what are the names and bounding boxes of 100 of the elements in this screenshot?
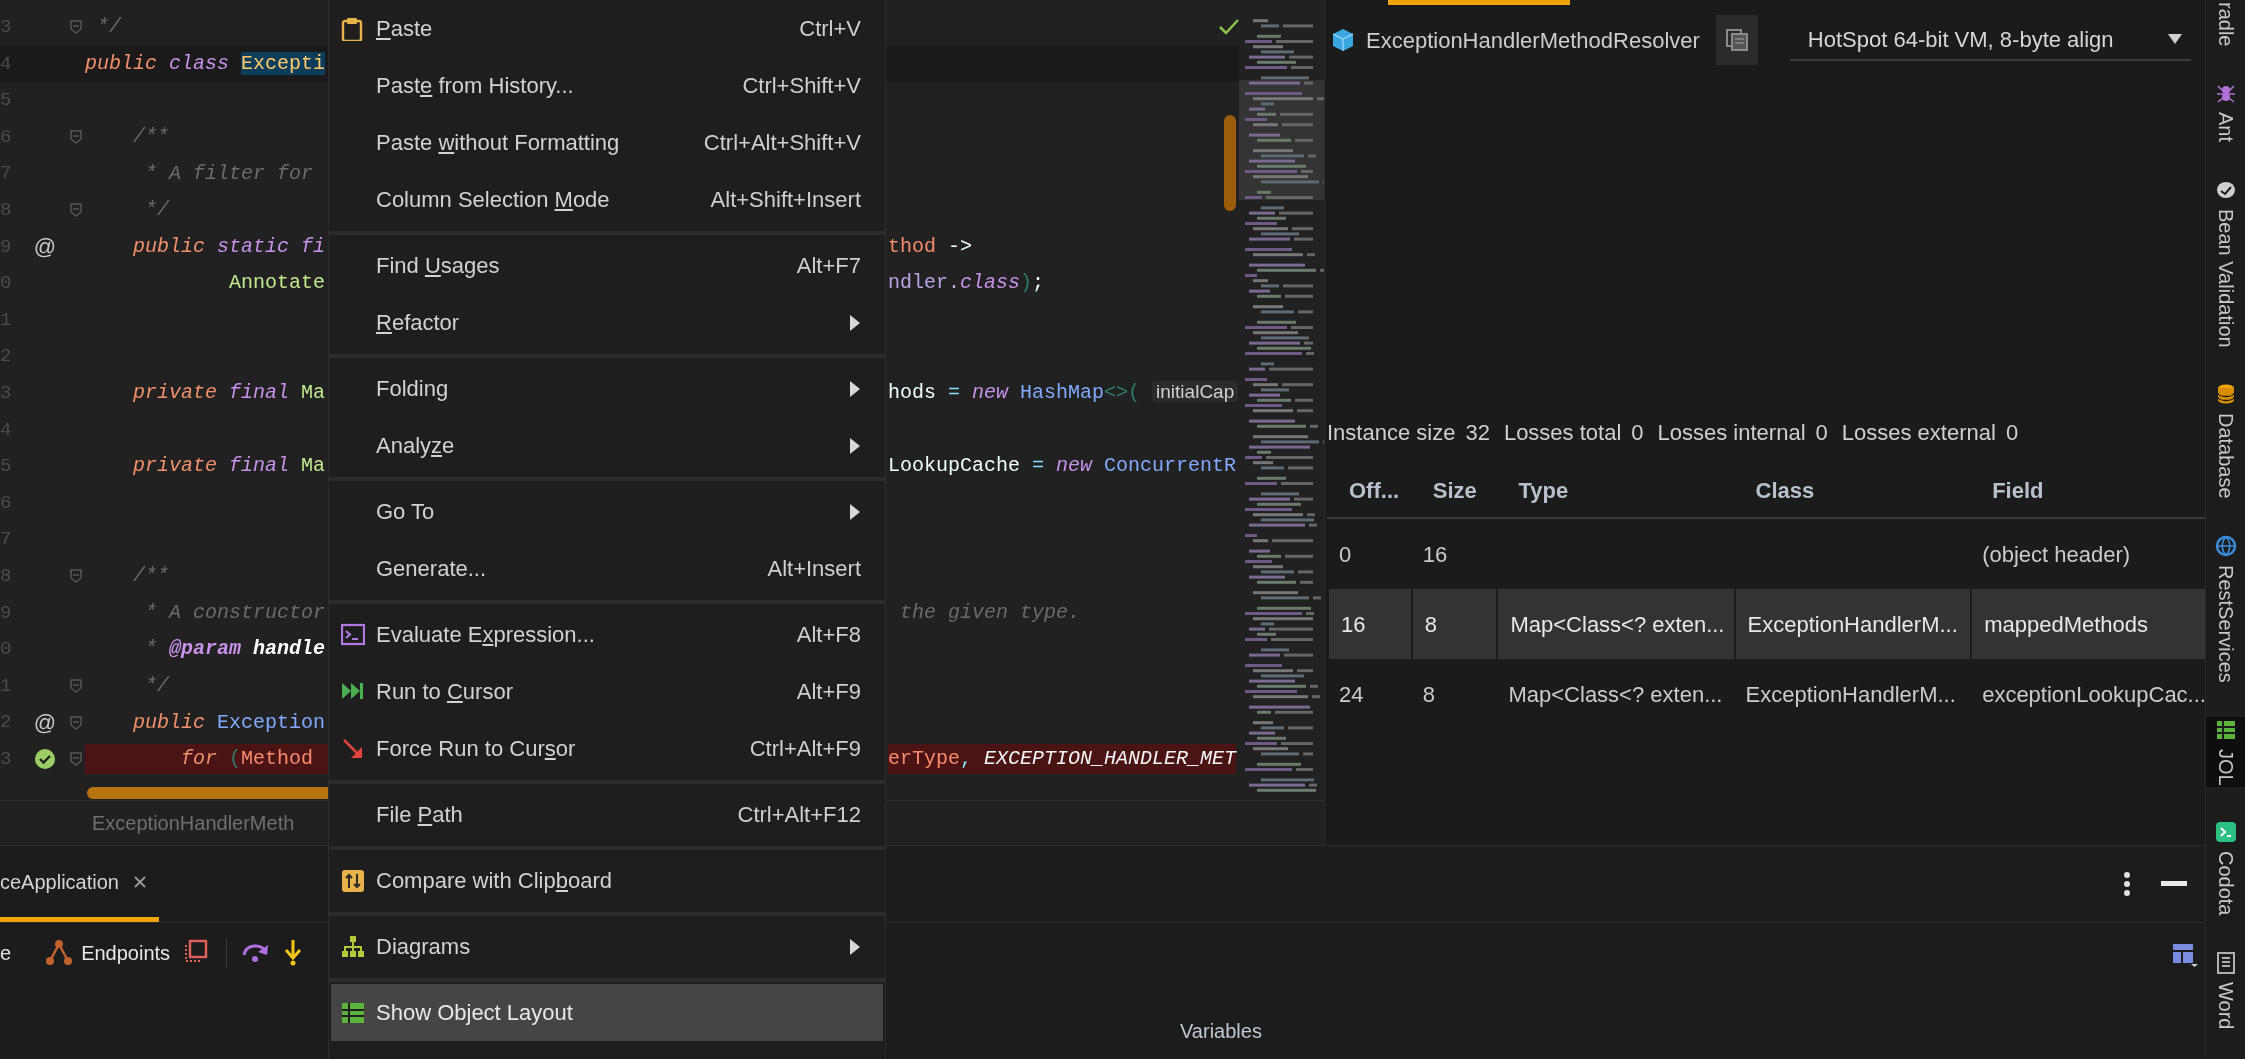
code-text: for (Method xyxy=(180,747,314,771)
sidebar-tab[interactable]: Bean Validation xyxy=(2206,176,2245,350)
summary-value: 0 xyxy=(2005,418,2019,447)
cube-icon xyxy=(1332,28,1354,52)
sidebar-tab[interactable]: RestServices xyxy=(2206,532,2245,685)
shortcut-text: Ctrl+Alt+F9 xyxy=(749,735,861,763)
toolbar-label[interactable]: e xyxy=(0,938,12,968)
code-text: private final Ma xyxy=(132,381,326,405)
shortcut-text: Alt+Insert xyxy=(767,555,861,583)
code-text: * A filter for xyxy=(144,161,314,185)
menu-item[interactable]: Run to Cursor Alt+F9 xyxy=(331,663,883,720)
table-cell: Map<Class<? exten... xyxy=(1496,589,1734,659)
menu-item[interactable]: Column Selection Mode Alt+Shift+Insert xyxy=(331,171,883,228)
code-text: ndler.class); xyxy=(888,271,1045,295)
code-text: /** xyxy=(132,125,169,149)
column-header[interactable]: Off... xyxy=(1327,464,1411,519)
table-cell-text: 8 xyxy=(1421,680,1436,709)
sidebar-tab[interactable]: Database xyxy=(2206,381,2245,501)
breakpoint-check-icon[interactable] xyxy=(34,748,56,771)
menu-item[interactable]: Paste from History... Ctrl+Shift+V xyxy=(331,57,883,114)
copy-button[interactable] xyxy=(1715,15,1758,65)
shortcut-text: Ctrl+Alt+Shift+V xyxy=(703,129,861,157)
minimize-button[interactable] xyxy=(2161,881,2187,887)
menu-item[interactable]: Compare with Clipboard xyxy=(331,852,883,909)
summary-value: 32 xyxy=(1465,418,1490,447)
shortcut-text: Ctrl+Shift+V xyxy=(742,72,861,100)
shortcut-text: Ctrl+Alt+F12 xyxy=(737,801,861,829)
column-header[interactable]: Class xyxy=(1733,464,1971,519)
code-text: * A constructor xyxy=(144,600,326,624)
menu-item[interactable]: Diagrams xyxy=(331,918,883,975)
code-text: public Exception xyxy=(132,710,326,734)
menu-item[interactable]: File Path Ctrl+Alt+F12 xyxy=(331,786,883,843)
table-cell: 16 xyxy=(1327,589,1411,659)
code-text: */ xyxy=(144,198,169,222)
code-text: public static fi xyxy=(132,234,326,258)
column-header[interactable]: Size xyxy=(1410,464,1497,519)
table-cell-text: Map<Class<? exten... xyxy=(1507,680,1724,709)
shortcut-text: Alt+F9 xyxy=(796,678,861,706)
more-icon xyxy=(2123,871,2131,897)
code-text: the given type. xyxy=(899,600,1081,624)
summary-value: 0 xyxy=(1815,418,1828,447)
sidebar-tab[interactable]: JOL xyxy=(2206,716,2245,788)
summary-label: Instance size xyxy=(1327,418,1456,447)
code-text: * @param handle xyxy=(144,637,326,661)
vm-mode-dropdown[interactable]: HotSpot 64-bit VM, 8-byte align xyxy=(1789,19,2191,61)
copy-icon xyxy=(1724,28,1749,52)
layout-icon[interactable] xyxy=(2172,943,2198,967)
menu-item[interactable]: Folding xyxy=(331,360,883,417)
table-cell-text: ExceptionHandlerM... xyxy=(1744,680,1957,709)
override-marker[interactable]: @ xyxy=(33,706,57,740)
menu-item[interactable]: Go To xyxy=(331,483,883,540)
table-cell: 8 xyxy=(1410,589,1497,659)
menu-item[interactable]: Show Object Layout xyxy=(331,984,883,1041)
sidebar-tab[interactable]: radle xyxy=(2206,0,2245,49)
menu-item[interactable]: Refactor xyxy=(331,294,883,351)
code-text: erType, EXCEPTION_HANDLER_MET xyxy=(888,747,1237,771)
step-into-button[interactable] xyxy=(283,939,304,967)
sidebar-tab[interactable]: Ant xyxy=(2206,80,2245,145)
menu-item[interactable]: Find Usages Alt+F7 xyxy=(331,237,883,294)
step-into-icon xyxy=(283,939,304,967)
close-icon[interactable] xyxy=(132,874,147,889)
table-cell: ExceptionHandlerM... xyxy=(1733,589,1971,659)
code-text: thod -> xyxy=(888,234,973,258)
shortcut-text: Ctrl+V xyxy=(799,15,861,43)
summary-label: Losses total xyxy=(1503,418,1622,447)
shortcut-text: Alt+F8 xyxy=(796,621,861,649)
menu-item[interactable]: Paste without Formatting Ctrl+Alt+Shift+V xyxy=(331,114,883,171)
override-marker[interactable]: @ xyxy=(33,230,57,264)
code-text: */ xyxy=(144,674,169,697)
menu-item[interactable]: Analyze xyxy=(331,417,883,474)
scroll-marker[interactable] xyxy=(1224,115,1236,211)
sidebar-tab[interactable]: Codota xyxy=(2206,819,2245,918)
code-text: hods = new HashMap<>( initialCap xyxy=(888,381,1239,405)
endpoints-icon xyxy=(45,939,74,967)
menu-item[interactable]: Force Run to Cursor Ctrl+Alt+F9 xyxy=(331,720,883,777)
code-text: */ xyxy=(96,15,121,39)
code-text: /** xyxy=(132,564,169,588)
code-text: Annotate xyxy=(228,271,326,295)
run-tab[interactable]: ceApplication xyxy=(0,846,159,922)
more-button[interactable] xyxy=(2123,871,2131,897)
caret-icon xyxy=(2167,33,2183,45)
menu-item[interactable]: Paste Ctrl+V xyxy=(331,0,883,57)
shortcut-text: Alt+Shift+Insert xyxy=(710,186,861,214)
code-text: private final Ma xyxy=(132,454,326,478)
menu-item[interactable]: Generate... Alt+Insert xyxy=(331,540,883,597)
sidebar-tab[interactable]: Word xyxy=(2206,949,2245,1032)
shortcut-text: Alt+F7 xyxy=(796,252,861,280)
code-text: LookupCache = new ConcurrentR xyxy=(888,454,1237,478)
summary-value: 0 xyxy=(1631,418,1644,447)
table-cell-text: 24 xyxy=(1338,680,1365,709)
class-name: ExceptionHandlerMethodResolver xyxy=(1366,26,1700,55)
summary-label: Losses internal xyxy=(1657,418,1806,447)
table-cell-text: (object header) xyxy=(1981,540,2132,569)
table-cell-text: 16 xyxy=(1421,540,1449,569)
table-cell: mappedMethods xyxy=(1970,589,2207,659)
panel-title: Variables xyxy=(1180,1019,1262,1044)
minimize-icon xyxy=(2161,881,2187,887)
endpoints-button[interactable]: Endpoints xyxy=(45,938,171,968)
column-header[interactable]: Type xyxy=(1496,464,1734,519)
menu-item[interactable]: Evaluate Expression... Alt+F8 xyxy=(331,606,883,663)
